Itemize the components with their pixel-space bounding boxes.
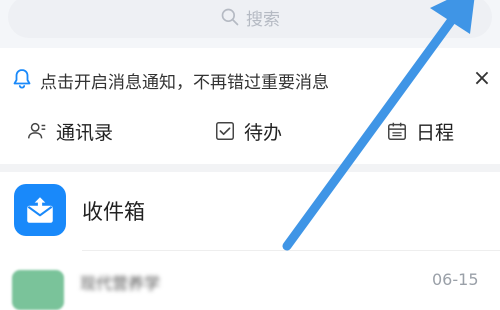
section-divider	[0, 164, 500, 172]
tab-contacts[interactable]: 通讯录	[26, 116, 113, 146]
inbox-label: 收件箱	[82, 200, 145, 224]
tab-contacts-label: 通讯录	[56, 121, 114, 144]
search-icon	[221, 8, 239, 26]
search-placeholder: 搜索	[246, 9, 280, 30]
quick-tabs: 通讯录 待办 日程	[0, 108, 500, 152]
tab-calendar[interactable]: 日程	[386, 116, 454, 146]
inbox-folder[interactable]: 收件箱	[0, 176, 500, 246]
mail-sender: 现代营养学	[80, 274, 161, 293]
checkbox-icon	[216, 122, 234, 140]
contacts-icon	[28, 122, 46, 139]
notification-text: 点击开启消息通知，不再错过重要消息	[40, 73, 329, 92]
tab-calendar-label: 日程	[416, 121, 455, 144]
tab-todo[interactable]: 待办	[214, 116, 282, 146]
close-icon[interactable]: ×	[470, 67, 494, 91]
mail-list-item[interactable]: 现代营养学 06-15	[0, 258, 500, 310]
mail-date: 06-15	[432, 270, 479, 289]
avatar	[12, 270, 64, 310]
calendar-icon	[388, 122, 406, 140]
notification-banner[interactable]: 点击开启消息通知，不再错过重要消息 ×	[0, 58, 500, 100]
row-separator	[82, 250, 500, 251]
inbox-icon	[14, 184, 66, 236]
bell-icon	[13, 69, 31, 89]
search-bar[interactable]: 搜索	[8, 0, 492, 38]
tab-todo-label: 待办	[244, 121, 283, 144]
